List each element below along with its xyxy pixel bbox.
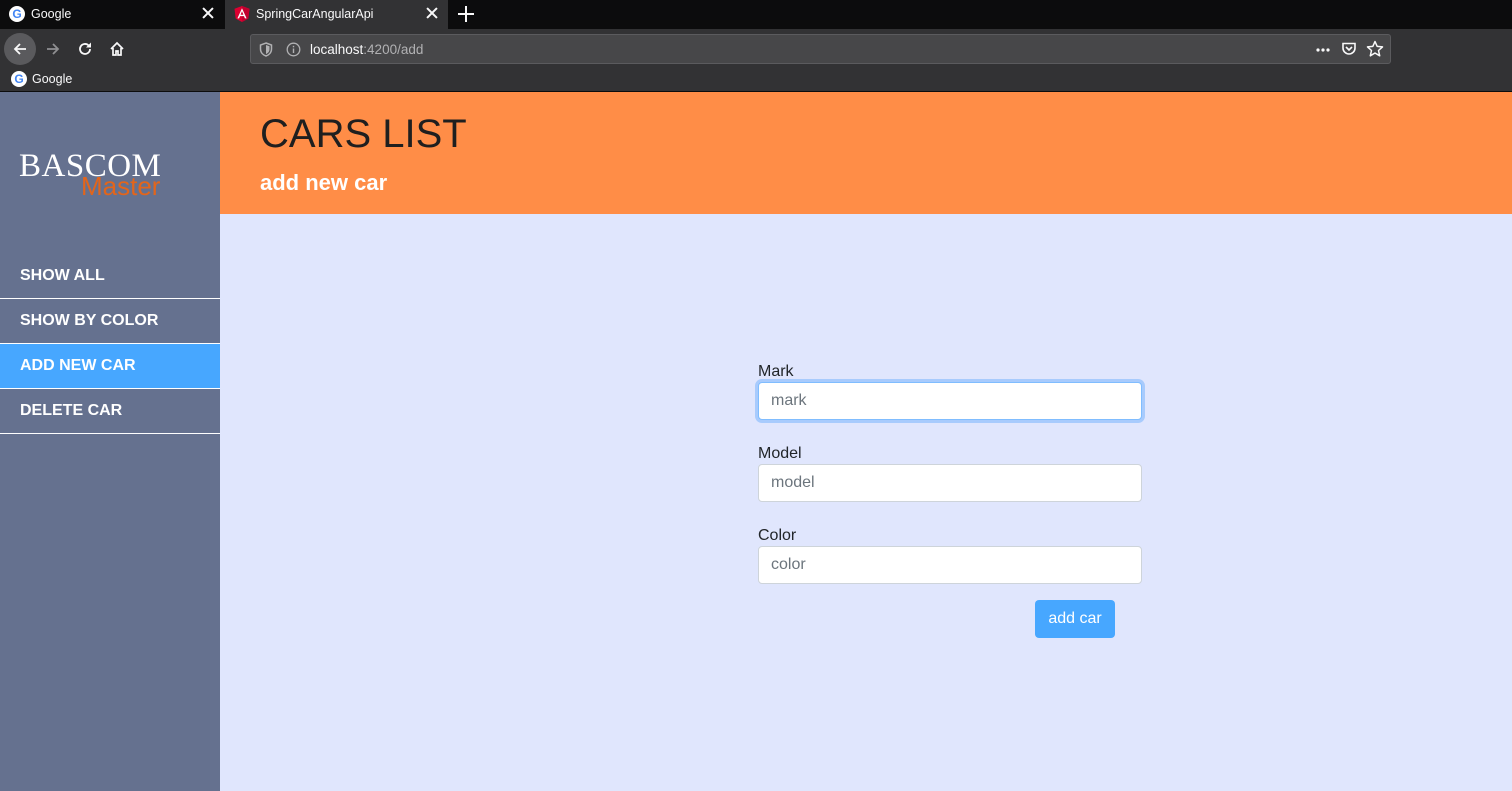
model-label: Model [758, 445, 802, 462]
sidebar-item-show-all[interactable]: SHOW ALL [0, 254, 220, 299]
mark-label: Mark [758, 363, 794, 380]
mark-input[interactable] [758, 382, 1142, 420]
app-page: BASCOM Master SHOW ALL SHOW BY COLOR ADD… [0, 92, 1512, 791]
page-subtitle: add new car [260, 170, 388, 195]
mark-group: Mark [758, 362, 1142, 420]
nav-toolbar: localhost:4200/add [0, 29, 1512, 69]
google-icon: G [11, 71, 27, 87]
url-path: :4200/add [363, 42, 424, 57]
sidebar: BASCOM Master SHOW ALL SHOW BY COLOR ADD… [0, 92, 220, 791]
close-icon[interactable] [425, 6, 439, 20]
angular-icon [234, 6, 250, 22]
sidebar-menu: SHOW ALL SHOW BY COLOR ADD NEW CAR DELET… [0, 254, 220, 434]
back-button[interactable] [4, 33, 36, 65]
forward-button[interactable] [37, 33, 69, 65]
bookmarks-toolbar: G Google [0, 69, 1512, 91]
page-header: CARS LIST add new car [220, 92, 1512, 214]
color-group: Color [758, 526, 1142, 584]
arrow-right-icon [47, 43, 60, 55]
bascom-master-logo: BASCOM Master [19, 148, 179, 204]
tab-strip: G Google SpringCarAngularApi [0, 0, 1512, 29]
color-label: Color [758, 527, 797, 544]
home-button[interactable] [101, 33, 133, 65]
url-text[interactable]: localhost:4200/add [310, 42, 423, 57]
arrow-left-icon [13, 43, 26, 55]
close-icon[interactable] [201, 6, 215, 20]
info-icon[interactable] [286, 42, 301, 57]
shield-icon[interactable] [259, 42, 273, 57]
tab-springcarangularapi[interactable]: SpringCarAngularApi [225, 0, 448, 29]
add-car-form: Mark Model Color add car [758, 362, 1142, 638]
sidebar-item-add-new-car[interactable]: ADD NEW CAR [0, 344, 220, 389]
sidebar-item-show-by-color[interactable]: SHOW BY COLOR [0, 299, 220, 344]
reload-button[interactable] [69, 33, 101, 65]
bookmark-label: Google [32, 72, 73, 86]
star-icon[interactable] [1366, 40, 1384, 58]
model-group: Model [758, 444, 1142, 502]
bookmark-google[interactable]: G Google [11, 71, 72, 87]
url-host: localhost [310, 42, 364, 57]
sidebar-item-delete-car[interactable]: DELETE CAR [0, 389, 220, 434]
model-input[interactable] [758, 464, 1142, 502]
color-input[interactable] [758, 546, 1142, 584]
new-tab-plus-icon[interactable] [456, 4, 476, 24]
page-title: CARS LIST [260, 112, 467, 156]
tab-title: Google [31, 7, 72, 21]
reload-icon [79, 42, 91, 55]
add-car-button[interactable]: add car [1035, 600, 1115, 638]
tab-title: SpringCarAngularApi [256, 7, 374, 21]
google-icon: G [9, 6, 25, 22]
logo-bottom-text: Master [81, 171, 161, 201]
home-icon [110, 41, 124, 56]
tab-google[interactable]: G Google [0, 0, 224, 29]
address-bar[interactable]: localhost:4200/add [250, 34, 1391, 64]
pocket-icon[interactable] [1341, 41, 1357, 57]
more-horizontal-icon[interactable] [1315, 42, 1331, 58]
